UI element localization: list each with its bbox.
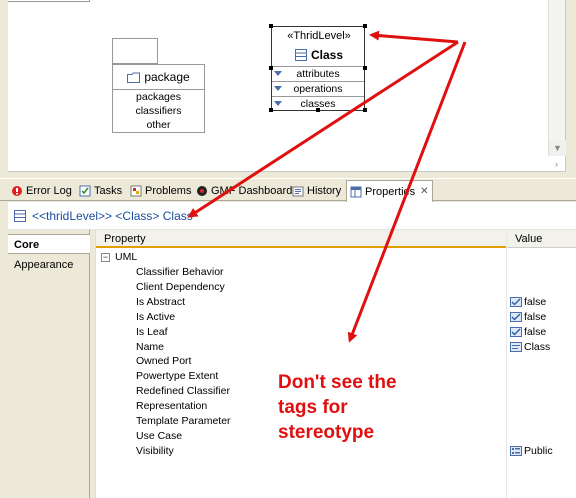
properties-title-text: <<thridLevel>> <Class> Class bbox=[32, 208, 193, 223]
property-name: Powertype Extent bbox=[136, 370, 219, 383]
property-value-text: Public bbox=[524, 444, 553, 457]
package-name: package bbox=[144, 70, 190, 84]
property-name: Client Dependency bbox=[136, 280, 225, 293]
tab-gmf-dashboard[interactable]: GMF Dashboard bbox=[193, 181, 295, 201]
boolean-icon bbox=[510, 312, 522, 323]
property-value[interactable]: false bbox=[510, 310, 546, 325]
property-name: Redefined Classifier bbox=[136, 385, 230, 398]
diagram-element-fragment[interactable] bbox=[8, 0, 90, 2]
property-value[interactable]: Class bbox=[510, 340, 550, 355]
boolean-icon bbox=[510, 297, 522, 308]
package-compartment[interactable]: other bbox=[112, 118, 205, 133]
selection-handle[interactable] bbox=[269, 108, 273, 112]
selection-handle[interactable] bbox=[316, 108, 320, 112]
property-value-text: false bbox=[524, 325, 547, 338]
property-value[interactable]: false bbox=[510, 295, 546, 310]
class-compartment-operations[interactable]: operations bbox=[272, 81, 364, 96]
tasks-icon bbox=[79, 185, 91, 197]
properties-icon bbox=[350, 186, 362, 197]
boolean-icon bbox=[510, 327, 522, 338]
property-value-text: Class bbox=[524, 340, 551, 353]
tab-tasks[interactable]: Tasks bbox=[76, 181, 125, 201]
property-name: Classifier Behavior bbox=[136, 266, 224, 278]
class-icon bbox=[14, 209, 26, 222]
table-row[interactable]: Visibility Public bbox=[96, 444, 576, 459]
history-icon bbox=[292, 186, 304, 197]
scroll-corner-icon: › bbox=[555, 159, 558, 169]
tab-history[interactable]: History bbox=[289, 181, 344, 201]
collapse-triangle-icon[interactable] bbox=[274, 86, 282, 91]
enum-icon bbox=[510, 446, 522, 457]
class-compartment-attributes[interactable]: attributes bbox=[272, 66, 364, 81]
package-compartment[interactable]: classifiers bbox=[112, 104, 205, 119]
scroll-down-icon[interactable]: ▼ bbox=[549, 140, 566, 156]
property-name: Is Leaf bbox=[136, 325, 168, 338]
collapse-triangle-icon[interactable] bbox=[274, 101, 282, 106]
table-row[interactable]: Name Class bbox=[96, 340, 576, 355]
table-row[interactable]: Is Abstract false bbox=[96, 295, 576, 310]
table-row[interactable]: Is Active false bbox=[96, 310, 576, 325]
problems-icon bbox=[130, 185, 142, 197]
class-stereotype: «ThridLevel» bbox=[287, 30, 351, 42]
tab-error-log[interactable]: Error Log bbox=[8, 181, 75, 201]
properties-side-tabs: Core Appearance bbox=[8, 230, 90, 498]
selection-handle[interactable] bbox=[363, 66, 367, 70]
view-tab-bar: Error Log Tasks Problems GMF Dashboard H… bbox=[0, 178, 576, 202]
package-element[interactable]: package bbox=[112, 64, 205, 90]
annotation-text: Don't see the tags for stereotype bbox=[278, 372, 397, 443]
class-icon bbox=[294, 49, 307, 61]
property-value-text: false bbox=[524, 295, 547, 308]
class-element[interactable]: «ThridLevel» Class attributes operations… bbox=[271, 26, 365, 111]
selection-handle[interactable] bbox=[269, 24, 273, 28]
left-edge bbox=[0, 202, 8, 498]
vertical-scrollbar[interactable]: ▼ bbox=[548, 0, 566, 156]
property-name: Use Case bbox=[136, 429, 183, 442]
error-log-icon bbox=[12, 186, 22, 196]
property-name: Visibility bbox=[136, 444, 174, 457]
selection-handle[interactable] bbox=[269, 66, 273, 70]
collapse-icon[interactable]: − bbox=[101, 252, 110, 262]
column-header-property[interactable]: Property bbox=[96, 230, 506, 248]
side-tab-core[interactable]: Core bbox=[8, 234, 90, 254]
gmf-dashboard-icon bbox=[197, 186, 207, 196]
selection-handle[interactable] bbox=[363, 24, 367, 28]
property-name: Is Abstract bbox=[136, 295, 186, 308]
column-header-value[interactable]: Value bbox=[507, 230, 576, 248]
property-table: Property Value − UML Classifier Behavior… bbox=[95, 230, 576, 498]
table-row[interactable]: Client Dependency bbox=[96, 280, 576, 295]
table-row[interactable]: Is Leaf false bbox=[96, 325, 576, 340]
selection-handle[interactable] bbox=[363, 108, 367, 112]
package-tab[interactable] bbox=[112, 38, 158, 64]
collapse-triangle-icon[interactable] bbox=[274, 71, 282, 76]
table-row[interactable]: Classifier Behavior bbox=[96, 265, 576, 280]
properties-title: <<thridLevel>> <Class> Class bbox=[8, 202, 576, 230]
side-tab-appearance[interactable]: Appearance bbox=[8, 255, 90, 275]
tab-problems[interactable]: Problems bbox=[127, 181, 194, 201]
property-value[interactable]: Public bbox=[510, 444, 553, 459]
property-name: Owned Port bbox=[136, 355, 192, 368]
close-icon[interactable]: ✕ bbox=[420, 186, 428, 197]
folder-icon bbox=[127, 72, 141, 83]
canvas-bottom-strip bbox=[8, 172, 566, 176]
text-icon bbox=[510, 342, 522, 352]
class-name: Class bbox=[310, 48, 344, 62]
property-name: Representation bbox=[136, 400, 208, 413]
property-name: Template Parameter bbox=[136, 415, 231, 427]
property-value-text: false bbox=[524, 310, 547, 323]
property-name: Is Active bbox=[136, 310, 176, 323]
tab-properties[interactable]: Properties ✕ bbox=[346, 180, 433, 202]
property-value[interactable]: false bbox=[510, 325, 546, 340]
package-compartment[interactable]: packages bbox=[112, 90, 205, 105]
property-name: Name bbox=[136, 340, 165, 353]
table-row[interactable]: Owned Port bbox=[96, 354, 576, 369]
class-name-row: Class bbox=[272, 48, 366, 62]
group-row-uml[interactable]: − UML bbox=[101, 250, 137, 264]
